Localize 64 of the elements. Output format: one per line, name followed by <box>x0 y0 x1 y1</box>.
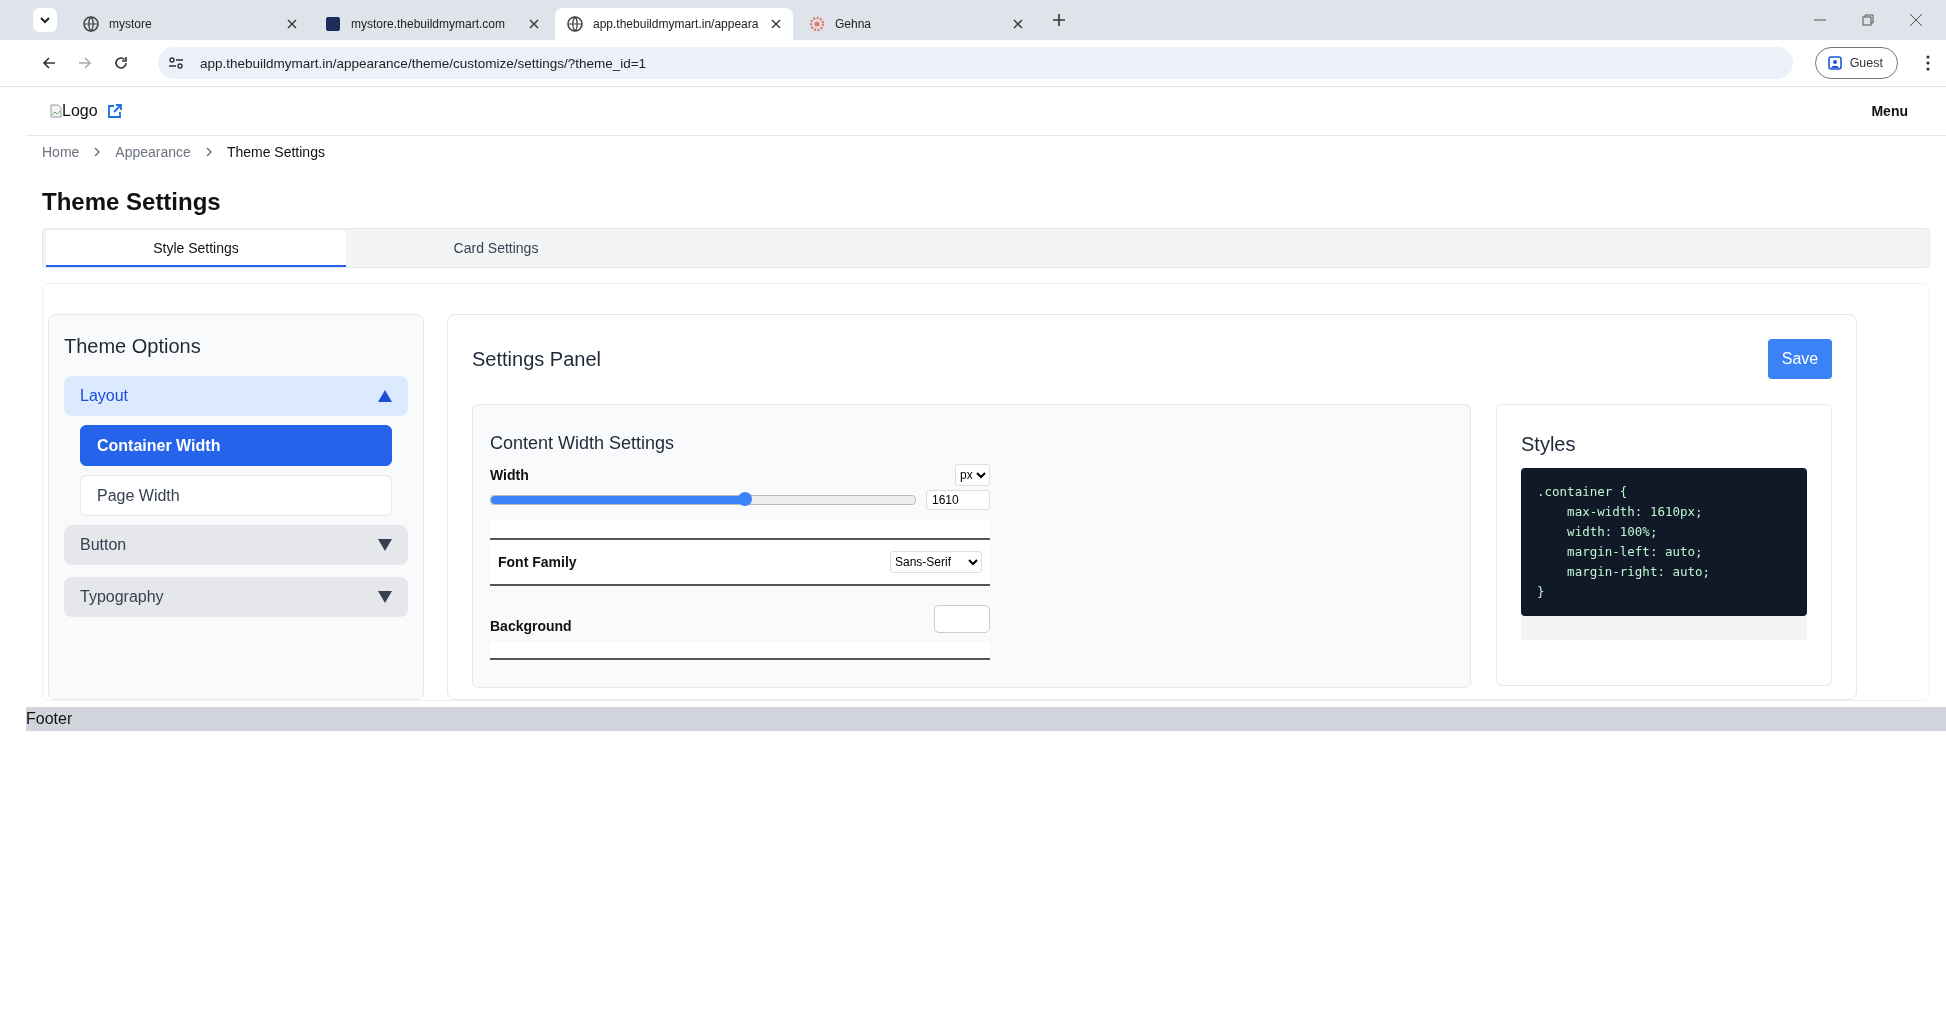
field-label: Width <box>490 467 529 483</box>
globe-icon <box>83 16 99 32</box>
browser-tab[interactable]: mystore <box>71 8 309 40</box>
external-link-icon[interactable] <box>106 103 123 119</box>
sidebar-item[interactable]: Container Width <box>80 425 392 466</box>
restore-icon[interactable] <box>1862 14 1874 26</box>
reload-icon[interactable] <box>114 56 128 70</box>
sidebar-title: Theme Options <box>64 335 202 358</box>
chevron-down-icon[interactable] <box>33 8 57 32</box>
page-title: Theme Settings <box>42 188 222 216</box>
panel-title: Settings Panel <box>472 347 601 371</box>
broken-image-icon <box>50 104 62 118</box>
field-label: Background <box>490 618 572 634</box>
code-block: .container { max-width: 1610px; width: 100%; margin-left: auto; margin-right: auto; } <box>1521 468 1807 616</box>
browser-tab[interactable]: mystore.thebuildmymart.com <box>313 8 551 40</box>
close-icon[interactable] <box>529 19 539 29</box>
browser-tab[interactable]: app.thebuildmymart.in/appeara <box>555 8 793 40</box>
unit-dropdown[interactable]: px <box>955 464 990 486</box>
breadcrumb-link[interactable]: Home <box>42 144 80 160</box>
save-button[interactable]: Save <box>1768 339 1832 379</box>
accordion-header[interactable]: Layout <box>64 376 408 416</box>
tab-title: Gehna <box>835 17 873 31</box>
slider-thumb[interactable] <box>738 492 753 506</box>
plus-icon[interactable] <box>1053 14 1065 26</box>
address-bar[interactable]: app.thebuildmymart.in/appearance/theme/customize/settings/?theme_id=1 <box>158 47 1793 79</box>
menu-link[interactable]: Menu <box>1871 103 1908 119</box>
more-vertical-icon[interactable] <box>1926 55 1930 71</box>
card-title: Styles <box>1521 433 1577 456</box>
color-picker[interactable] <box>934 605 990 633</box>
field-label: Font Family <box>498 554 577 570</box>
site-icon <box>325 16 341 32</box>
accordion-header[interactable]: Typography <box>64 577 408 617</box>
triangle-down-icon <box>378 539 392 551</box>
close-icon[interactable] <box>771 19 781 29</box>
accordion-header[interactable]: Button <box>64 525 408 565</box>
card-title: Content Width Settings <box>490 433 676 454</box>
sidebar-item[interactable]: Page Width <box>80 475 392 516</box>
back-arrow-icon[interactable] <box>42 56 56 70</box>
tab-title: app.thebuildmymart.in/appeara <box>593 17 760 31</box>
person-icon <box>1827 56 1842 70</box>
close-icon[interactable] <box>1910 14 1922 26</box>
site-settings-icon[interactable] <box>168 56 184 70</box>
tab[interactable]: Card Settings <box>346 231 646 267</box>
slider-track[interactable] <box>490 495 916 505</box>
close-icon[interactable] <box>287 19 297 29</box>
tab-title: mystore <box>109 17 153 31</box>
browser-tab[interactable]: Gehna <box>797 8 1035 40</box>
globe-icon <box>567 16 583 32</box>
profile-button[interactable]: Guest <box>1814 47 1898 79</box>
width-input[interactable]: 1610 <box>926 490 990 510</box>
breadcrumb-current: Theme Settings <box>226 144 325 160</box>
chevron-right-icon <box>93 147 102 157</box>
tab-title: mystore.thebuildmymart.com <box>351 17 507 31</box>
breadcrumb-link[interactable]: Appearance <box>115 144 191 160</box>
url-text: app.thebuildmymart.in/appearance/theme/customize/settings/?theme_id=1 <box>200 55 647 71</box>
tab[interactable]: Style Settings <box>46 231 346 267</box>
gear-icon <box>809 16 825 32</box>
broken-image-logo[interactable]: Logo <box>50 102 98 120</box>
triangle-up-icon <box>378 390 392 402</box>
footer: Footer <box>26 707 1946 731</box>
close-icon[interactable] <box>1013 19 1023 29</box>
font-dropdown[interactable]: Sans-Serif <box>890 551 982 573</box>
chevron-right-icon <box>204 147 213 157</box>
triangle-down-icon <box>378 591 392 603</box>
